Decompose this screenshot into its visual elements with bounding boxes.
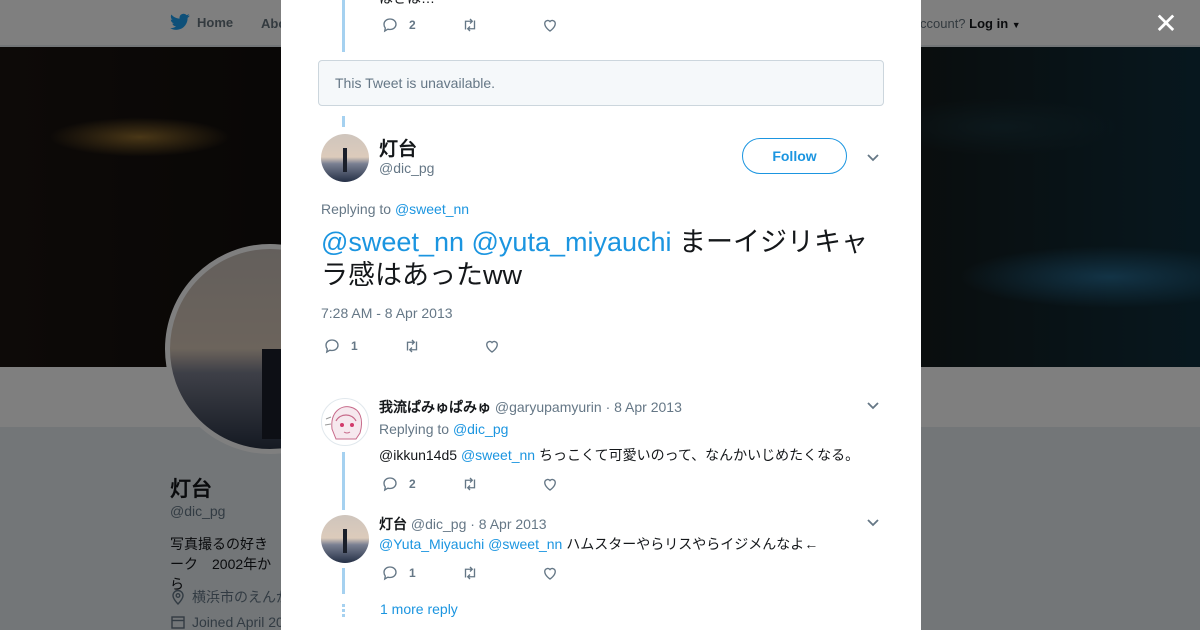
retweet-button[interactable] [403, 337, 483, 355]
mention-link[interactable]: @Yuta_Miyauchi [379, 536, 484, 552]
follow-button[interactable]: Follow [742, 138, 847, 174]
replying-to-link[interactable]: @dic_pg [453, 421, 508, 437]
like-button[interactable] [541, 475, 621, 493]
heart-icon [544, 567, 556, 580]
tweet-body: ハムスターやらリスやらイジメんなよ← [566, 536, 819, 552]
retweet-icon [464, 566, 476, 580]
heart-icon [486, 340, 498, 353]
more-replies-link[interactable]: 1 more reply [380, 601, 458, 617]
thread-dots [342, 604, 345, 618]
main-tweet-author-handle[interactable]: @dic_pg [379, 160, 434, 176]
heart-icon [544, 19, 556, 32]
tweet-body: ちっこくて可愛いのって、なんかいじめたくなる。 [538, 447, 860, 463]
main-tweet-timestamp[interactable]: 7:28 AM - 8 Apr 2013 [321, 305, 453, 321]
replying-prefix: Replying to [321, 201, 392, 217]
chevron-down-icon[interactable] [865, 149, 881, 165]
thread-line [342, 0, 345, 52]
reply-author-handle[interactable]: @dic_pg [411, 516, 466, 532]
mention-link[interactable]: @sweet_nn [321, 227, 464, 257]
reply-text: @Yuta_Miyauchi @sweet_nn ハムスターやらリスやらイジメん… [379, 534, 818, 554]
reply-button[interactable]: 1 [381, 564, 461, 582]
retweet-button[interactable] [461, 564, 541, 582]
main-tweet-actions: 1 [323, 337, 563, 355]
reply-header: 我流ぱみゅぱみゅ @garyupamyurin · 8 Apr 2013 [379, 397, 682, 417]
anime-avatar-image [324, 406, 363, 440]
thread-line [342, 452, 345, 510]
mention-link[interactable]: @sweet_nn [488, 536, 562, 552]
mention-link[interactable]: @sweet_nn [461, 447, 535, 463]
avatar[interactable] [321, 398, 369, 446]
like-button[interactable] [483, 337, 563, 355]
tweet-unavailable-notice: This Tweet is unavailable. [318, 60, 884, 106]
reply-button[interactable]: 2 [381, 475, 461, 493]
retweet-icon [406, 339, 418, 353]
avatar[interactable] [321, 134, 369, 182]
reply-button[interactable]: 2 [381, 16, 461, 34]
heart-icon [544, 478, 556, 491]
replying-prefix: Replying to [379, 421, 450, 437]
main-tweet-text: @sweet_nn @yuta_miyauchi まーイジリキャラ感はあったww [321, 226, 881, 292]
like-button[interactable] [541, 16, 621, 34]
main-tweet-author-name[interactable]: 灯台 [379, 134, 417, 161]
reply-icon [325, 339, 339, 354]
reply-author-name[interactable]: 我流ぱみゅぱみゅ [379, 399, 491, 415]
thread-line [342, 568, 345, 594]
reply-text: @ikkun14d5 @sweet_nn ちっこくて可愛いのって、なんかいじめた… [379, 445, 859, 465]
reply-count: 2 [409, 477, 416, 491]
reply-date[interactable]: · 8 Apr 2013 [470, 516, 546, 532]
retweet-icon [464, 477, 476, 491]
tweet-permalink-modal: はさは… 2 This Tweet is unavailable. 灯台 @di… [281, 0, 921, 630]
top-tweet-partial-text: はさは… [379, 0, 435, 8]
chevron-down-icon[interactable] [865, 514, 881, 530]
reply-author-handle[interactable]: @garyupamyurin [495, 399, 602, 415]
replying-to-link[interactable]: @sweet_nn [395, 201, 469, 217]
reply-actions: 1 [381, 564, 621, 582]
reply-date[interactable]: · 8 Apr 2013 [606, 399, 682, 415]
chevron-down-icon[interactable] [865, 397, 881, 413]
mention-link[interactable]: @yuta_miyauchi [472, 227, 672, 257]
reply-count: 1 [351, 339, 358, 353]
mention-plain[interactable]: @ikkun14d5 [379, 447, 457, 463]
avatar[interactable] [321, 515, 369, 563]
reply-actions: 2 [381, 475, 621, 493]
reply-replying-to: Replying to @dic_pg [379, 421, 508, 437]
reply-icon [383, 18, 397, 33]
reply-count: 2 [409, 18, 416, 32]
reply-count: 1 [409, 566, 416, 580]
reply-icon [383, 477, 397, 492]
like-button[interactable] [541, 564, 621, 582]
retweet-button[interactable] [461, 475, 541, 493]
close-icon[interactable]: ✕ [1152, 10, 1180, 38]
retweet-icon [464, 18, 476, 32]
retweet-button[interactable] [461, 16, 541, 34]
thread-line [342, 116, 345, 127]
reply-button[interactable]: 1 [323, 337, 403, 355]
reply-icon [383, 566, 397, 581]
main-tweet-replying-to: Replying to @sweet_nn [321, 201, 469, 217]
reply-author-name[interactable]: 灯台 [379, 516, 407, 532]
top-tweet-actions: 2 [381, 16, 621, 34]
reply-header: 灯台 @dic_pg · 8 Apr 2013 [379, 514, 547, 534]
